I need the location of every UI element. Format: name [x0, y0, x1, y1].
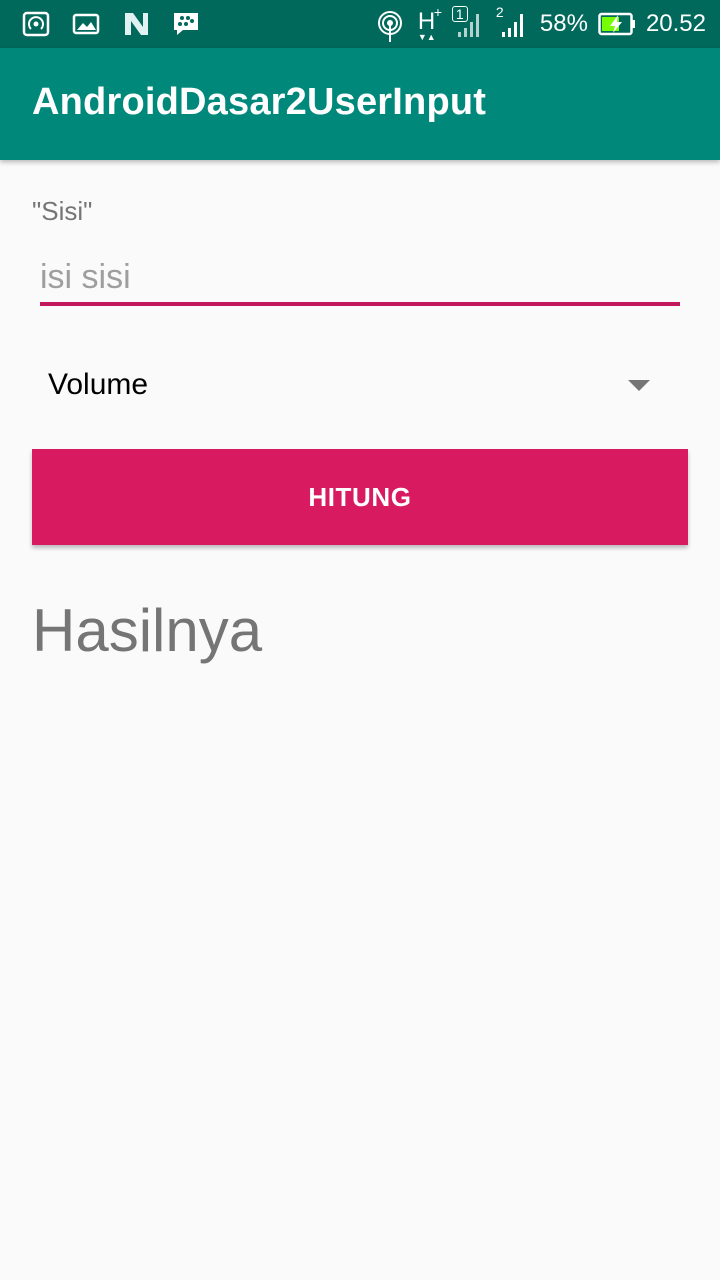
sisi-input-container[interactable] — [40, 252, 680, 306]
clock: 20.52 — [645, 10, 706, 37]
status-bar-right: H + ▼▲ 1 2 58% 20.52 — [376, 4, 706, 42]
dropdown-arrow-icon — [628, 380, 650, 391]
status-bar-left — [22, 10, 200, 38]
signal-sim2-icon: 2 — [496, 4, 530, 40]
network-h-plus-icon: H + ▼▲ — [417, 4, 443, 42]
status-bar: H + ▼▲ 1 2 58% 20.52 — [0, 0, 720, 48]
n-logo-icon — [122, 11, 150, 37]
bbm-icon — [172, 11, 200, 37]
result-text: Hasilnya — [32, 597, 263, 664]
app-title: AndroidDasar2UserInput — [32, 81, 487, 123]
battery-percent: 58% — [539, 10, 588, 37]
battery-charging-icon — [598, 11, 636, 37]
app-bar: AndroidDasar2UserInput — [0, 48, 720, 160]
input-underline — [40, 302, 680, 306]
shape-spinner[interactable]: Volume — [32, 344, 688, 428]
sisi-input[interactable] — [40, 252, 680, 302]
hitung-button[interactable]: HITUNG — [32, 449, 688, 545]
signal-sim1-icon: 1 — [451, 6, 486, 40]
wireless-icon — [376, 11, 404, 42]
sisi-label: "Sisi" — [32, 196, 93, 226]
hotspot-icon — [22, 11, 50, 37]
spinner-selected-value: Volume — [48, 368, 149, 401]
image-icon — [72, 11, 100, 37]
